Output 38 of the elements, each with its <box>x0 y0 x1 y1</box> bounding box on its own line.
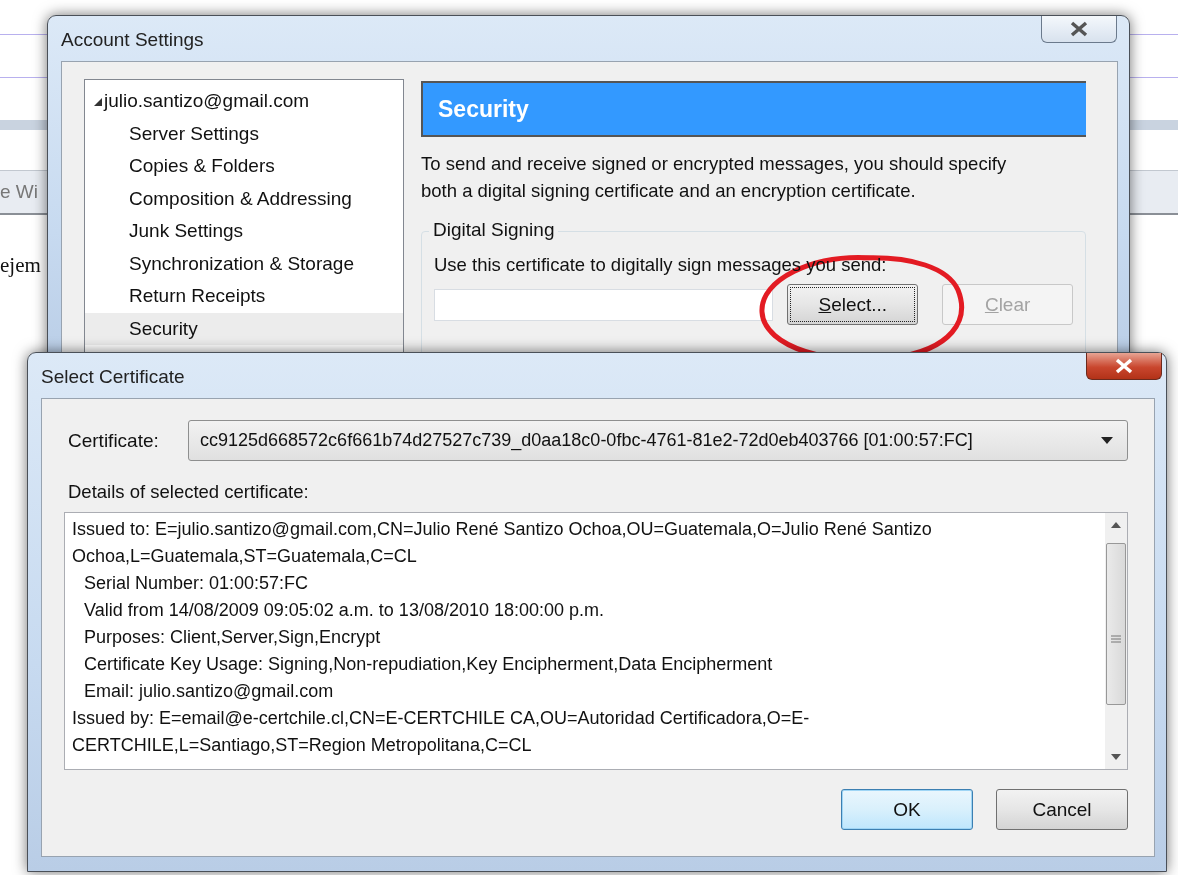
grip-icon <box>1111 635 1121 643</box>
dialog-button[interactable]: Select... <box>787 284 919 325</box>
details-text-area[interactable] <box>64 512 1128 770</box>
tree-item[interactable]: Junk Settings <box>85 215 403 248</box>
details-line: Certificate Key Usage: Signing,Non-repudiation,Key Encipherment,Data Encipherment <box>83 653 774 676</box>
tree-item[interactable]: Copies & Folders <box>85 150 403 183</box>
tree-item[interactable]: julio.santizo@gmail.com <box>85 85 403 118</box>
tree-item[interactable]: Server Settings <box>85 117 403 150</box>
tree-item[interactable]: Synchronization & Storage <box>85 247 403 280</box>
details-line: Email: julio.santizo@gmail.com <box>83 680 335 703</box>
details-line: Valid from 14/08/2009 09:05:02 a.m. to 13/08/2010 18:00:00 p.m. <box>83 599 606 622</box>
window-title: Select Certificate <box>41 365 185 388</box>
tab-label: e Wi <box>0 181 38 203</box>
field-label: Details of selected certificate: <box>68 481 310 503</box>
details-line: Issued by: E=email@e-certchile.cl,CN=E-CERTCHILE CA,OU=Autoridad Certificadora,O=E-CERTCHILE,L=Santiago,ST=Region Metropolitana,C=CL <box>72 707 811 757</box>
tree-item[interactable]: Composition & Addressing <box>85 182 403 215</box>
section-header: Security <box>421 81 1086 137</box>
scrollbar[interactable] <box>1105 513 1127 769</box>
dropdown-arrow-icon <box>1101 437 1113 444</box>
window-title: Account Settings <box>61 28 204 51</box>
scrollbar-thumb[interactable] <box>1106 543 1126 705</box>
details-line: Issued to: E=julio.santizo@gmail.com,CN=Julio René Santizo Ochoa,OU=Guatemala,O=Julio René Santizo Ochoa,L=Guatemala,ST=Guatemala,C=CL <box>72 518 933 568</box>
dialog-button[interactable]: Cancel <box>996 789 1128 830</box>
certificate-field[interactable] <box>434 288 774 321</box>
scroll-up-icon[interactable] <box>1110 521 1122 529</box>
details-line: Serial Number: 01:00:57:FC <box>83 572 310 595</box>
expand-icon[interactable] <box>93 97 103 108</box>
tree-item[interactable]: Return Receipts <box>85 280 403 313</box>
description-text: To send and receive signed or encrypted messages, you should specify both a digital signing certificate and an encryption certificate. <box>421 152 1008 203</box>
close-button[interactable] <box>1086 353 1162 380</box>
tree-item[interactable]: Security <box>85 312 403 345</box>
close-button[interactable] <box>1041 16 1117 43</box>
certificate-dropdown[interactable]: cc9125d668572c6f661b74d27527c739_d0aa18c0-0fbc-4761-81e2-72d0eb403766 [01:00:57:FC] <box>188 420 1128 461</box>
details-line: Purposes: Client,Server,Sign,Encrypt <box>83 626 382 649</box>
field-label: Certificate: <box>68 429 160 452</box>
dialog-button[interactable]: OK <box>841 789 973 830</box>
page-text: ejem <box>0 253 41 278</box>
scroll-down-icon[interactable] <box>1110 753 1122 761</box>
